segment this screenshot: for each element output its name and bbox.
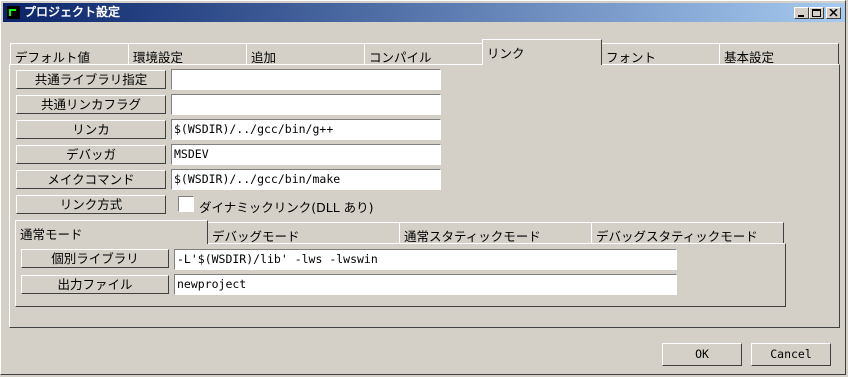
maximize-icon — [812, 9, 821, 17]
individual-library-button[interactable]: 個別ライブラリ — [21, 249, 169, 268]
make-command-button[interactable]: メイクコマンド — [16, 170, 166, 189]
project-settings-window: プロジェクト設定 デフォルト値 環境設定 追加 コンパイル リンク フォント 基… — [0, 0, 846, 375]
common-link-flags-field[interactable] — [171, 94, 441, 115]
output-file-button[interactable]: 出力ファイル — [21, 275, 169, 294]
minimize-icon — [798, 15, 804, 17]
tab-basic-settings[interactable]: 基本設定 — [719, 43, 839, 65]
common-library-field[interactable] — [171, 69, 441, 90]
tab-debug-mode[interactable]: デバッグモード — [207, 222, 400, 244]
minimize-button[interactable] — [794, 7, 809, 19]
title-bar[interactable]: プロジェクト設定 — [3, 3, 845, 22]
tab-default-values[interactable]: デフォルト値 — [10, 43, 129, 65]
tab-additional[interactable]: 追加 — [246, 43, 365, 65]
ok-button[interactable]: OK — [662, 343, 742, 366]
maximize-button[interactable] — [809, 7, 824, 19]
tab-environment[interactable]: 環境設定 — [128, 43, 247, 65]
common-library-button[interactable]: 共通ライブラリ指定 — [16, 70, 166, 89]
tab-font[interactable]: フォント — [601, 43, 720, 65]
dynamic-link-checkbox[interactable] — [178, 196, 194, 212]
link-method-button[interactable]: リンク方式 — [16, 195, 166, 214]
debugger-button[interactable]: デバッガ — [16, 145, 166, 164]
close-icon — [829, 9, 838, 17]
close-button[interactable] — [826, 7, 841, 19]
tab-normal-mode[interactable]: 通常モード — [15, 220, 208, 244]
tab-debug-static-mode[interactable]: デバッグスタティックモード — [591, 222, 784, 244]
window-title: プロジェクト設定 — [24, 5, 121, 19]
tab-normal-static-mode[interactable]: 通常スタティックモード — [399, 222, 592, 244]
cancel-button[interactable]: Cancel — [751, 343, 831, 366]
tab-compile[interactable]: コンパイル — [364, 43, 483, 65]
debugger-field[interactable]: MSDEV — [171, 144, 441, 165]
make-command-field[interactable]: $(WSDIR)/../gcc/bin/make — [171, 169, 441, 190]
tab-link[interactable]: リンク — [482, 39, 602, 65]
common-link-flags-button[interactable]: 共通リンカフラグ — [16, 95, 166, 114]
dynamic-link-label: ダイナミックリンク(DLL あり) — [199, 200, 374, 215]
individual-library-field[interactable]: -L'$(WSDIR)/lib' -lws -lwswin — [174, 249, 677, 270]
output-file-field[interactable]: newproject — [174, 274, 677, 295]
linker-field[interactable]: $(WSDIR)/../gcc/bin/g++ — [171, 119, 441, 140]
app-icon — [7, 6, 20, 19]
linker-button[interactable]: リンカ — [16, 120, 166, 139]
